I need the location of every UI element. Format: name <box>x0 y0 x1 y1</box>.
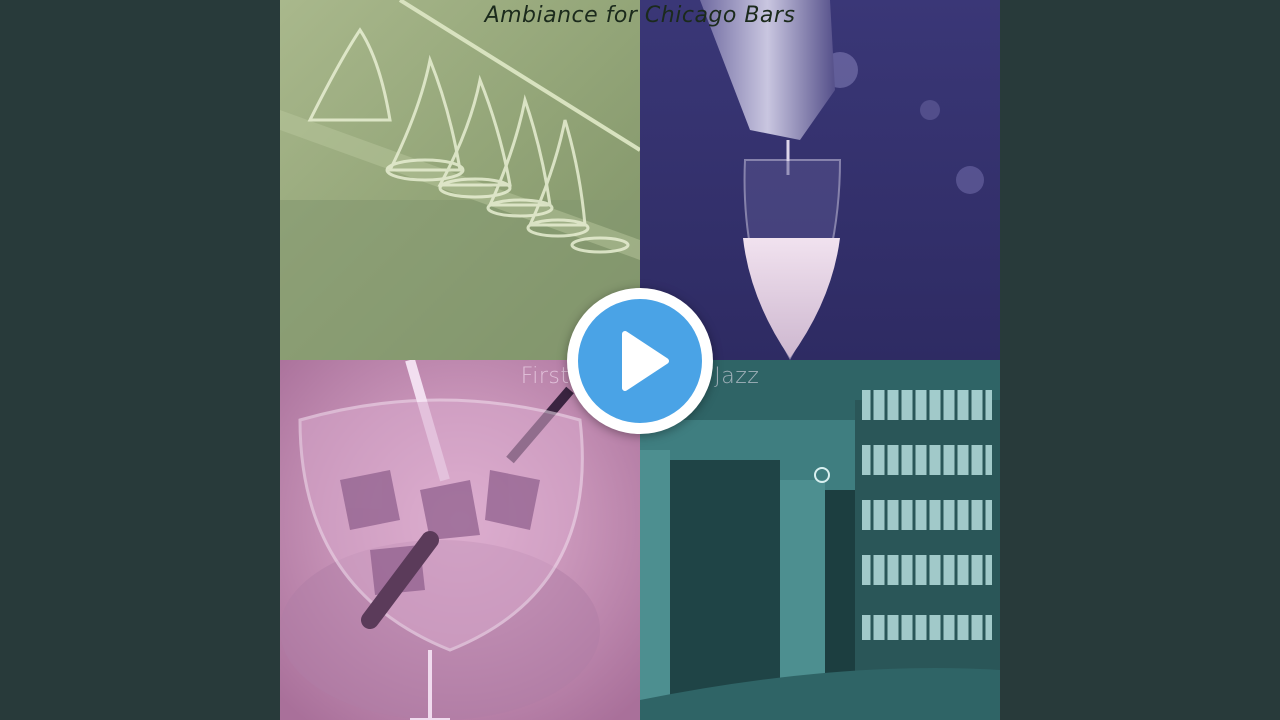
play-icon <box>622 331 669 391</box>
play-button[interactable] <box>567 288 713 434</box>
album-title: Ambiance for Chicago Bars <box>484 3 796 28</box>
play-button-circle[interactable] <box>578 299 702 423</box>
